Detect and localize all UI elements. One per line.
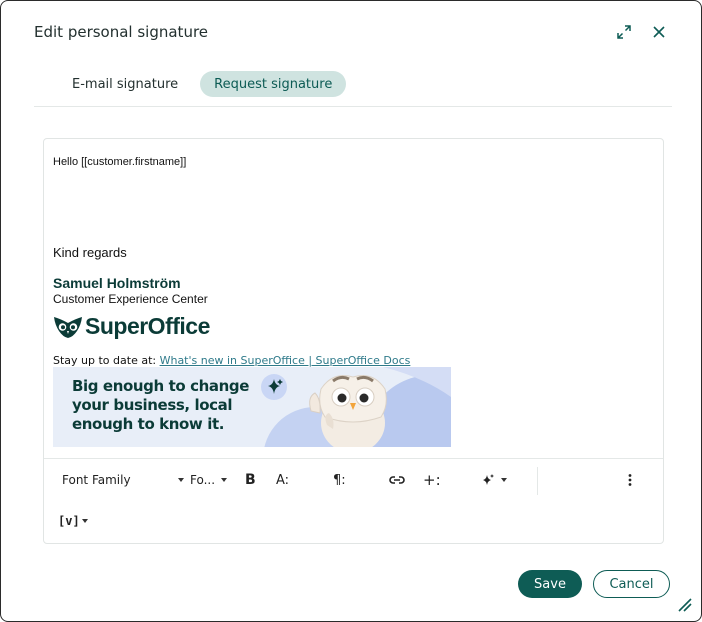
- header-divider: [34, 106, 672, 107]
- chevron-down-icon: [501, 478, 507, 482]
- owl-mascot-icon: [309, 375, 387, 447]
- expand-button[interactable]: [613, 21, 635, 43]
- bold-label: B: [245, 472, 256, 488]
- sparkle-icon: [483, 474, 494, 485]
- owl-logo-icon: [54, 316, 82, 338]
- insert-variable-button[interactable]: [v]: [58, 510, 88, 532]
- bold-button[interactable]: B: [245, 469, 256, 491]
- more-vertical-icon: [628, 474, 632, 486]
- resize-handle[interactable]: [675, 595, 693, 613]
- editor-content[interactable]: Hello [[customer.firstname]] Kind regard…: [44, 139, 663, 458]
- toolbar-separator: [537, 467, 538, 495]
- greeting-text: Hello [[customer.firstname]]: [53, 156, 187, 168]
- paragraph-button[interactable]: ¶:: [333, 469, 346, 491]
- signature-department: Customer Experience Center: [53, 292, 208, 306]
- signature-tabs: E-mail signature Request signature: [58, 71, 347, 97]
- stay-updated-line: Stay up to date at: What's new in SuperO…: [53, 354, 410, 367]
- close-icon: [653, 26, 665, 38]
- font-family-label: Font Family: [62, 473, 131, 487]
- resize-grip-icon: [678, 598, 692, 612]
- expand-icon: [617, 25, 631, 39]
- insert-link-button[interactable]: [388, 469, 406, 491]
- docs-link[interactable]: What's new in SuperOffice | SuperOffice …: [160, 354, 411, 367]
- chevron-down-icon: [178, 478, 184, 482]
- sparkle-icon: [261, 374, 287, 400]
- signature-editor[interactable]: Hello [[customer.firstname]] Kind regard…: [43, 138, 664, 544]
- plus-icon: +:: [423, 471, 441, 489]
- edit-signature-dialog: Edit personal signature E-mail signature…: [0, 0, 702, 622]
- insert-button[interactable]: +:: [423, 469, 441, 491]
- stay-updated-label: Stay up to date at:: [53, 354, 157, 367]
- superoffice-logo: SuperOffice: [53, 313, 210, 340]
- more-options-button[interactable]: [627, 469, 633, 491]
- font-style-icon: A:: [276, 472, 290, 488]
- link-icon: [389, 476, 405, 484]
- chevron-down-icon: [81, 519, 88, 523]
- tab-email-signature[interactable]: E-mail signature: [58, 71, 192, 97]
- banner-slogan: Big enough to change your business, loca…: [72, 377, 249, 433]
- save-button[interactable]: Save: [518, 570, 582, 598]
- tab-request-signature[interactable]: Request signature: [200, 71, 347, 97]
- ai-assist-button[interactable]: [481, 469, 507, 491]
- regards-text: Kind regards: [53, 245, 127, 260]
- font-style-button[interactable]: A:: [276, 469, 289, 491]
- signature-name: Samuel Holmström: [53, 275, 181, 291]
- dialog-title: Edit personal signature: [34, 23, 209, 41]
- chevron-down-icon: [221, 478, 228, 482]
- close-button[interactable]: [648, 21, 670, 43]
- paragraph-icon: ¶:: [333, 472, 346, 488]
- promo-banner: Big enough to change your business, loca…: [53, 367, 451, 447]
- font-size-label: Fo...: [190, 473, 216, 487]
- toolbar-divider: [44, 458, 663, 459]
- cancel-button[interactable]: Cancel: [593, 570, 670, 598]
- logo-text: SuperOffice: [85, 313, 210, 339]
- font-family-select[interactable]: Font Family: [62, 469, 184, 491]
- font-size-select[interactable]: Fo...: [190, 469, 228, 491]
- variable-icon: [v]: [58, 514, 80, 528]
